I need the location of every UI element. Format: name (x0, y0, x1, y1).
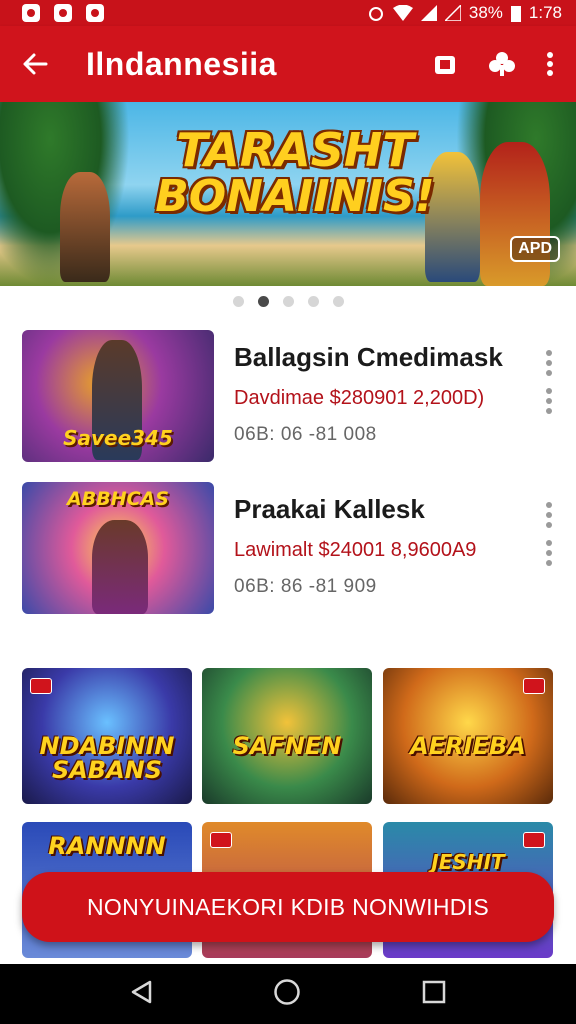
nav-back-button[interactable] (130, 980, 152, 1009)
hero-headline-line2: BONAIINIS! (155, 171, 435, 223)
game-card[interactable]: NDABININ SABANS (22, 668, 192, 804)
carousel-indicator (0, 296, 576, 307)
app-bar: Ilndannesiia (0, 26, 576, 102)
carousel-dot[interactable] (307, 296, 319, 307)
badge-icon (523, 678, 545, 694)
notification-icon (54, 4, 72, 22)
back-button[interactable] (0, 26, 70, 102)
nav-recents-button[interactable] (422, 980, 446, 1009)
kebab-menu-icon (547, 52, 553, 76)
hero-headline: TARASHT BONAIINIS! (150, 126, 440, 220)
alarm-icon (368, 7, 383, 21)
badge-icon (523, 832, 545, 848)
item-price: Lawimalt $24001 8,9600A9 (234, 539, 477, 561)
cta-button[interactable]: NONYUINAEKORI KDIB NONWIHDIS (22, 872, 554, 942)
carousel-dot[interactable] (282, 296, 294, 307)
item-menu-button[interactable] (546, 540, 552, 570)
thumbnail-caption: ABBHCAS (67, 488, 169, 510)
game-card-caption: NDABININ SABANS (39, 732, 175, 784)
list-item[interactable]: Savee345 Ballagsin Cmedimask Davdimae $2… (22, 330, 562, 464)
bag-icon (435, 56, 455, 74)
item-title: Ballagsin Cmedimask (234, 342, 503, 372)
store-button[interactable] (432, 44, 458, 84)
game-card-caption: SAFNEN (232, 732, 342, 760)
club-button[interactable] (488, 44, 516, 84)
game-card-caption: JESHIT (431, 850, 505, 874)
recents-square-icon (422, 980, 445, 1003)
game-thumbnail[interactable]: ABBHCAS (22, 482, 214, 614)
carousel-dot[interactable] (332, 296, 344, 307)
item-menu-button[interactable] (546, 350, 552, 380)
arrow-left-icon (23, 53, 48, 75)
page-title: Ilndannesiia (86, 45, 277, 82)
character-art (92, 520, 148, 614)
badge-icon (30, 678, 52, 694)
game-card[interactable]: SAFNEN (202, 668, 372, 804)
nav-home-button[interactable] (273, 978, 301, 1011)
item-menu-button[interactable] (546, 388, 552, 418)
item-meta: 06B: 06 -81 008 (234, 424, 377, 445)
carousel-dot-active[interactable] (257, 296, 269, 307)
home-circle-icon (274, 978, 300, 1005)
wifi-icon (392, 5, 413, 21)
notification-icon (86, 4, 104, 22)
overflow-menu-button[interactable] (546, 44, 554, 84)
hero-badge: APD (510, 236, 560, 262)
item-meta: 06B: 86 -81 909 (234, 576, 377, 597)
thumbnail-caption: Savee345 (63, 426, 173, 450)
notification-icon (22, 4, 40, 22)
signal-icon (420, 5, 437, 21)
item-price: Davdimae $280901 2,200D) (234, 387, 485, 409)
item-menu-button[interactable] (546, 502, 552, 532)
battery-icon (510, 6, 521, 22)
game-card-caption: RANNNN (48, 832, 166, 860)
status-bar: 38% 1:78 (0, 0, 576, 26)
signal-icon (444, 5, 461, 21)
hero-headline-line1: TARASHT (176, 123, 414, 177)
hero-banner[interactable]: TARASHT BONAIINIS! APD (0, 102, 576, 286)
character-art (480, 142, 550, 286)
badge-icon (210, 832, 232, 848)
list-item[interactable]: ABBHCAS Praakai Kallesk Lawimalt $24001 … (22, 482, 562, 616)
carousel-dot[interactable] (232, 296, 244, 307)
battery-level: 38% (468, 3, 503, 22)
item-title: Praakai Kallesk (234, 494, 425, 524)
clock: 1:78 (528, 3, 562, 22)
system-nav-bar (0, 964, 576, 1024)
game-card-caption: AERIEBA (410, 732, 526, 760)
game-thumbnail[interactable]: Savee345 (22, 330, 214, 462)
back-triangle-icon (132, 980, 152, 1003)
character-art (60, 172, 110, 282)
club-icon (489, 52, 515, 76)
game-card[interactable]: AERIEBA (383, 668, 553, 804)
